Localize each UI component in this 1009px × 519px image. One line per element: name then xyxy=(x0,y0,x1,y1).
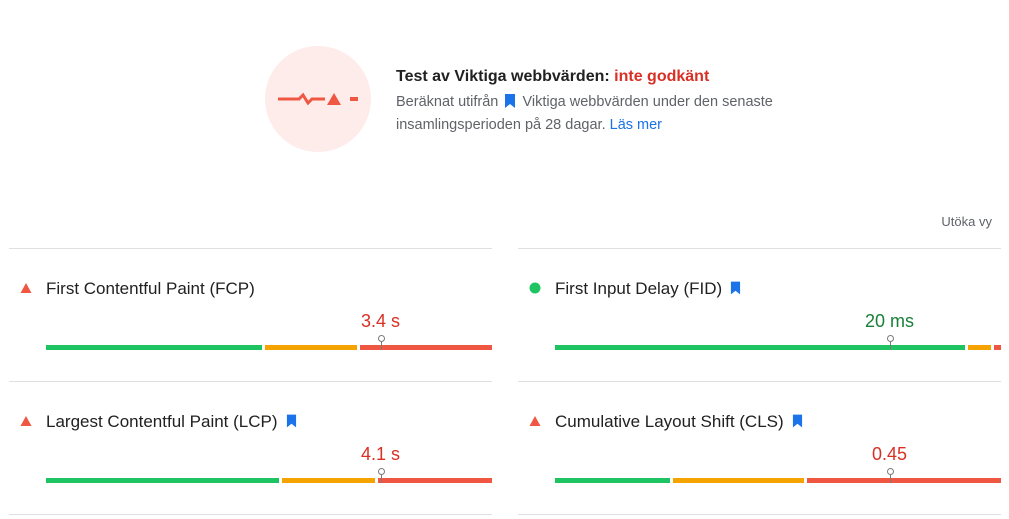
p75-marker xyxy=(886,335,894,350)
circle-pass-icon xyxy=(529,282,541,294)
poor-segment xyxy=(378,478,492,483)
distribution-bar xyxy=(555,468,1001,483)
metric-card: Largest Contentful Paint (LCP) 4.1 s xyxy=(9,381,492,515)
distribution-bar xyxy=(46,335,492,350)
good-segment xyxy=(555,478,671,483)
p75-marker xyxy=(377,468,385,483)
triangle-warning-icon xyxy=(529,416,541,426)
bookmark-icon xyxy=(286,414,296,428)
p75-marker xyxy=(377,335,385,350)
poor-segment xyxy=(806,478,1001,483)
metric-card: First Input Delay (FID) 20 ms xyxy=(518,248,1001,381)
average-segment xyxy=(673,478,804,483)
metric-card: Cumulative Layout Shift (CLS) 0.45 xyxy=(518,381,1001,515)
average-segment xyxy=(264,345,358,350)
metric-value: 0.45 xyxy=(871,444,908,464)
metric-value: 3.4 s xyxy=(360,311,401,331)
metric-label: Cumulative Layout Shift (CLS) xyxy=(555,412,805,432)
metric-label-text: First Contentful Paint (FCP) xyxy=(46,279,255,298)
distribution-bar xyxy=(555,335,1001,350)
expand-view-toggle[interactable]: Utöka vy xyxy=(941,214,992,229)
summary-description: Beräknat utifrån Viktiga webbvärden unde… xyxy=(396,91,776,137)
metric-label: First Input Delay (FID) xyxy=(555,279,743,299)
metric-label-text: Largest Contentful Paint (LCP) xyxy=(46,412,278,431)
summary-text: Test av Viktiga webbvärden: inte godkänt… xyxy=(396,67,776,137)
metric-value: 20 ms xyxy=(864,311,915,331)
bookmark-icon xyxy=(731,281,741,295)
summary-status: inte godkänt xyxy=(614,68,710,85)
summary-title-prefix: Test av Viktiga webbvärden: xyxy=(396,68,615,85)
metric-value: 4.1 s xyxy=(360,444,401,464)
triangle-warning-icon xyxy=(20,416,32,426)
distribution-bar xyxy=(46,468,492,483)
summary-badge xyxy=(265,46,371,152)
bookmark-icon xyxy=(505,94,516,108)
cwv-summary: Test av Viktiga webbvärden: inte godkänt… xyxy=(265,46,985,152)
metric-label-text: First Input Delay (FID) xyxy=(555,279,723,298)
metric-label: First Contentful Paint (FCP) xyxy=(46,279,255,299)
p75-marker xyxy=(886,468,894,483)
average-segment xyxy=(967,345,992,350)
average-segment xyxy=(282,478,376,483)
good-segment xyxy=(46,345,262,350)
summary-title: Test av Viktiga webbvärden: inte godkänt xyxy=(396,67,776,87)
vital-chart-icon xyxy=(278,92,358,106)
metric-label: Largest Contentful Paint (LCP) xyxy=(46,412,299,432)
summary-desc-before: Beräknat utifrån xyxy=(396,94,499,110)
triangle-warning-icon xyxy=(20,283,32,293)
bookmark-icon xyxy=(792,414,802,428)
good-segment xyxy=(46,478,280,483)
metric-label-text: Cumulative Layout Shift (CLS) xyxy=(555,412,784,431)
poor-segment xyxy=(994,345,1001,350)
metric-card: First Contentful Paint (FCP) 3.4 s xyxy=(9,248,492,381)
good-segment xyxy=(555,345,965,350)
learn-more-link[interactable]: Läs mer xyxy=(610,117,662,133)
